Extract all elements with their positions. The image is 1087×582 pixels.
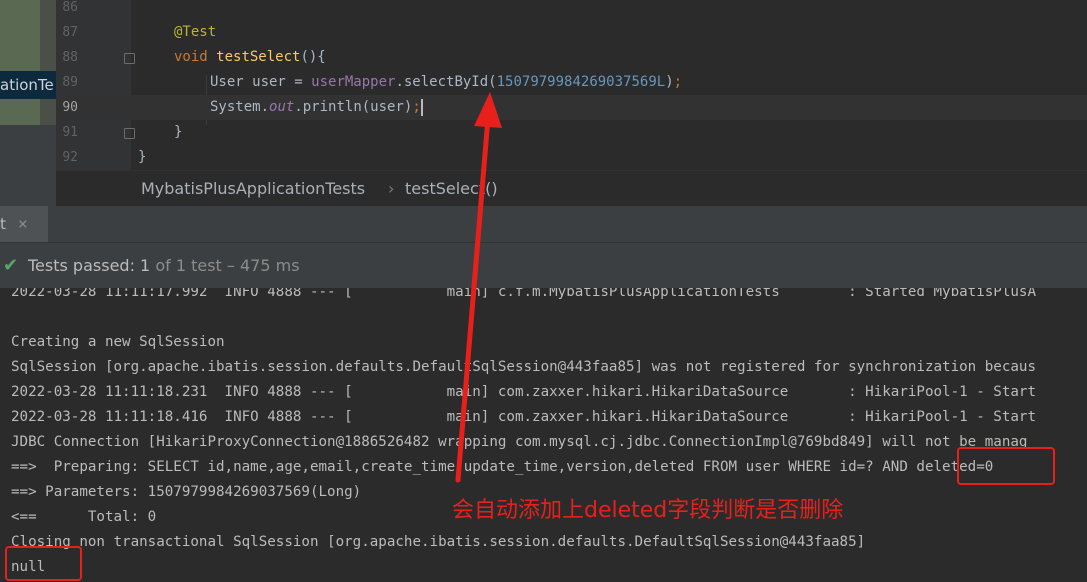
annotation-test: @Test — [174, 24, 217, 40]
code-text: @Test — [174, 20, 216, 45]
close-paren: ) — [665, 74, 674, 90]
line-number: 87 — [62, 25, 78, 40]
code-text: System.out.println(user); — [210, 95, 423, 120]
user-declaration: User user = — [210, 74, 312, 90]
line-number: 92 — [62, 150, 78, 165]
out-field: out — [269, 99, 295, 115]
fold-marker-icon[interactable] — [124, 128, 135, 139]
run-tool-window-tabs: t × — [0, 206, 1087, 243]
console-line: 2022-03-28 11:11:17.992 INFO 4888 --- [ … — [11, 288, 1036, 300]
console-line: ==> Parameters: 1507979984269037569(Long… — [11, 484, 362, 500]
project-panel-scrollbar[interactable] — [40, 0, 56, 125]
code-line-92[interactable]: 92 } — [56, 145, 1087, 170]
system-class: System. — [210, 99, 270, 115]
breadcrumb: MybatisPlusApplicationTests › testSelect… — [56, 170, 1087, 206]
code-line-88[interactable]: 88 ⟳ void testSelect(){ — [56, 45, 1087, 108]
code-text: } — [174, 120, 182, 145]
close-icon[interactable]: × — [18, 206, 28, 242]
console-line: 2022-03-28 11:11:18.416 INFO 4888 --- [ … — [11, 409, 1036, 425]
tests-passed-label: Tests passed: — [28, 256, 141, 275]
run-tab[interactable]: t × — [0, 206, 48, 242]
tests-detail: of 1 test – 475 ms — [150, 256, 300, 275]
console-line: SqlSession [org.apache.ibatis.session.de… — [11, 359, 1036, 375]
line-number: 88 — [62, 50, 78, 65]
line-number: 91 — [62, 125, 78, 140]
test-status-bar: ✔ Tests passed: 1 of 1 test – 475 ms — [0, 243, 1087, 288]
code-line-86[interactable]: 86 — [56, 0, 1087, 20]
code-line-87[interactable]: 87 @Test — [56, 20, 1087, 45]
console-output[interactable]: 2022-03-28 11:11:17.992 INFO 4888 --- [ … — [0, 288, 1087, 582]
semicolon: ; — [673, 74, 683, 90]
semicolon: ; — [412, 99, 421, 115]
method-signature: (){ — [300, 49, 326, 65]
highlight-box-deleted — [957, 447, 1055, 485]
highlight-box-null — [5, 546, 82, 581]
check-icon: ✔ — [3, 255, 19, 276]
line-number: 86 — [62, 0, 78, 15]
breadcrumb-separator-icon: › — [388, 179, 395, 198]
println-call: .println(user) — [294, 99, 413, 115]
fold-marker-icon[interactable] — [124, 53, 135, 64]
keyword-void: void — [174, 49, 208, 65]
code-line-89[interactable]: 89 User user = userMapper.selectById(150… — [56, 70, 1087, 95]
test-status-text: Tests passed: 1 of 1 test – 475 ms — [28, 243, 300, 288]
console-line: Creating a new SqlSession — [11, 334, 225, 350]
line-number: 89 — [62, 75, 78, 90]
console-line: <== Total: 0 — [11, 509, 157, 525]
id-literal: 1507979984269037569L — [496, 74, 666, 90]
text-caret — [420, 98, 423, 116]
console-line: 2022-03-28 11:11:18.231 INFO 4888 --- [ … — [11, 384, 1036, 400]
breadcrumb-method[interactable]: testSelect() — [405, 171, 498, 206]
close-brace: } — [138, 149, 147, 165]
project-tree-selected-item[interactable]: ationTe — [0, 71, 56, 99]
tests-passed-count: 1 — [140, 256, 151, 275]
code-line-90[interactable]: 90 System.out.println(user); — [56, 95, 1087, 120]
run-tab-label[interactable]: t — [0, 206, 6, 242]
breadcrumb-class[interactable]: MybatisPlusApplicationTests — [141, 171, 365, 206]
project-panel: ationTe — [0, 0, 56, 210]
code-line-91[interactable]: 91 } — [56, 120, 1087, 145]
close-brace: } — [174, 124, 183, 140]
code-text: void testSelect(){ — [174, 45, 326, 70]
code-text: User user = userMapper.selectById(150797… — [210, 70, 682, 95]
code-editor[interactable]: 86 87 @Test 88 ⟳ void testSelect(){ 89 U… — [56, 0, 1087, 170]
console-line: Closing non transactional SqlSession [or… — [11, 534, 866, 550]
select-by-id-call: .selectById( — [395, 74, 497, 90]
user-mapper-field: userMapper — [311, 74, 396, 90]
line-number: 90 — [62, 100, 78, 115]
code-text: } — [138, 145, 146, 170]
method-name: testSelect — [216, 49, 301, 65]
annotation-text: 会自动添加上deleted字段判断是否删除 — [452, 498, 844, 523]
project-panel-background — [0, 0, 40, 125]
console-line: ==> Preparing: SELECT id,name,age,email,… — [11, 459, 994, 475]
console-line: JDBC Connection [HikariProxyConnection@1… — [11, 434, 1028, 450]
